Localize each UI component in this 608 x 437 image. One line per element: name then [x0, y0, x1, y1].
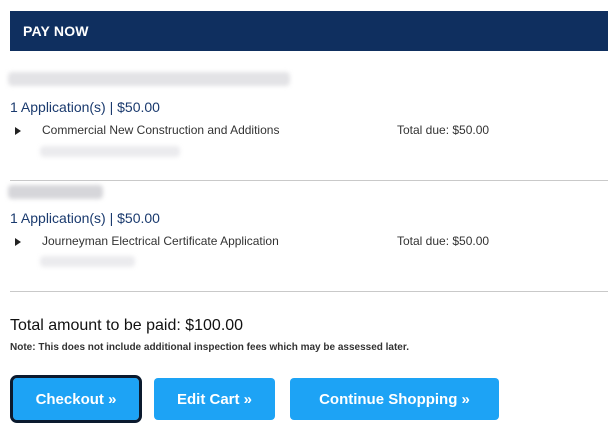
fees-note: Note: This does not include additional i…	[10, 342, 409, 353]
redacted-record-id	[40, 146, 180, 157]
cart-item-row: Commercial New Construction and Addition…	[10, 123, 608, 143]
record-name: Journeyman Electrical Certificate Applic…	[42, 234, 279, 248]
total-due: Total due: $50.00	[397, 123, 490, 137]
record-name: Commercial New Construction and Addition…	[42, 123, 280, 137]
expand-caret-icon[interactable]	[15, 127, 21, 135]
redacted-address	[8, 72, 290, 86]
total-amount: Total amount to be paid: $100.00	[10, 317, 244, 334]
section-divider	[10, 180, 608, 181]
pay-now-page: PAY NOW 1 Application(s) | $50.00 Commer…	[0, 0, 608, 437]
application-summary: 1 Application(s) | $50.00	[10, 210, 160, 226]
continue-shopping-button[interactable]: Continue Shopping »	[290, 378, 499, 420]
checkout-button[interactable]: Checkout »	[10, 375, 142, 423]
cart-item-row: Journeyman Electrical Certificate Applic…	[10, 234, 608, 254]
header-title: PAY NOW	[23, 23, 89, 39]
application-summary: 1 Application(s) | $50.00	[10, 99, 160, 115]
total-due: Total due: $50.00	[397, 234, 490, 248]
section-divider	[10, 291, 608, 292]
edit-cart-button[interactable]: Edit Cart »	[154, 378, 275, 420]
redacted-record-id	[40, 256, 135, 267]
expand-caret-icon[interactable]	[15, 238, 21, 246]
redacted-address	[8, 185, 103, 199]
pay-now-header: PAY NOW	[10, 11, 608, 51]
